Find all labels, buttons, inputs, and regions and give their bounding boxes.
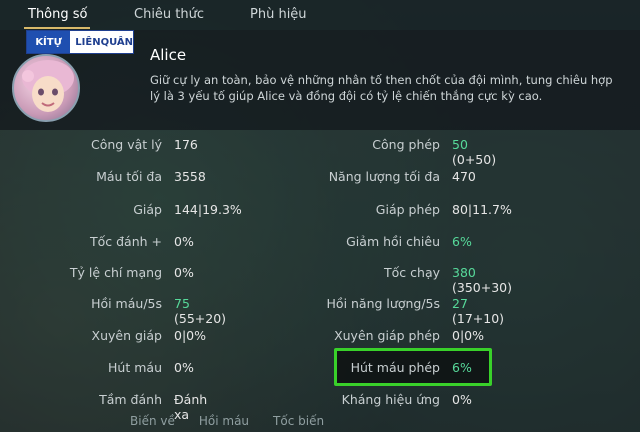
stat-label: Công phép [372,137,440,152]
watermark-left: KÍTỰ [27,31,71,53]
tab-bar: Thông số Chiêu thức Phù hiệu [0,0,640,30]
stat-label: Năng lượng tối đa [328,169,440,184]
tab-skills[interactable]: Chiêu thức [134,7,204,22]
tab-stats[interactable]: Thông số [28,7,87,22]
stat-label: Tốc đánh + [89,234,162,249]
stat-value-breakdown: (350+30) [452,280,512,295]
stat-label: Kháng hiệu ứng [341,392,440,407]
stat-label: Hút máu [108,360,162,375]
hero-description: Giữ cự ly an toàn, bảo vệ những nhân tố … [150,73,613,103]
stat-value: 380 (350+30) [452,265,512,295]
stat-value: 50 (0+50) [452,137,496,167]
stat-label: Giáp phép [375,202,440,217]
stat-value: 6% [452,360,472,375]
watermark-right: LIÊNQUÂN [75,36,133,48]
stat-value-breakdown: (55+20) [174,311,227,326]
stat-value: 0% [452,392,472,407]
tab-emblems[interactable]: Phù hiệu [250,7,307,22]
hero-avatar [12,54,80,122]
stat-label: Tốc chạy [384,265,440,280]
bottom-tab-heal[interactable]: Hồi máu [199,414,249,428]
stat-value: 144|19.3% [174,202,242,217]
active-tab-indicator [24,27,90,29]
stat-value: 27 (17+10) [452,296,504,326]
stat-value-main: 27 [452,296,468,311]
stat-value: 176 [174,137,198,152]
stat-label: Giáp [133,202,162,217]
bottom-tabs: Biến về Hồi máu Tốc biến [130,414,324,428]
stat-value: 470 [452,169,476,184]
stat-label: Xuyên giáp phép [334,328,440,343]
watermark-logo: KÍTỰ LIÊNQUÂN [26,30,134,54]
stat-value: 0|0% [174,328,206,343]
stat-value: 0% [174,265,194,280]
stat-label: Tầm đánh [99,392,162,407]
stat-value: 80|11.7% [452,202,512,217]
bottom-tab-recall[interactable]: Biến về [130,414,175,428]
stat-value-main: 380 [452,265,476,280]
bottom-tab-flash[interactable]: Tốc biến [273,414,324,428]
stat-value: 0% [174,234,194,249]
hero-name: Alice [150,46,187,64]
stat-value: 0% [174,360,194,375]
stat-label: Tỷ lệ chí mạng [69,265,162,280]
stat-label: Xuyên giáp [91,328,162,343]
stat-value-main: 75 [174,296,190,311]
stat-label: Máu tối đa [96,169,162,184]
stat-value: 6% [452,234,472,249]
stat-label: Hồi năng lượng/5s [326,296,440,311]
stat-label: Giảm hồi chiêu [346,234,440,249]
stat-label: Hút máu phép [350,360,440,375]
stat-label: Công vật lý [90,137,162,152]
stat-value: 75 (55+20) [174,296,226,326]
stat-label: Hồi máu/5s [91,296,162,311]
stat-value-breakdown: (17+10) [452,311,505,326]
stat-value-main: 50 [452,137,468,152]
stat-value: 0|0% [452,328,484,343]
stat-value: 3558 [174,169,206,184]
stat-value-breakdown: (0+50) [452,152,497,167]
